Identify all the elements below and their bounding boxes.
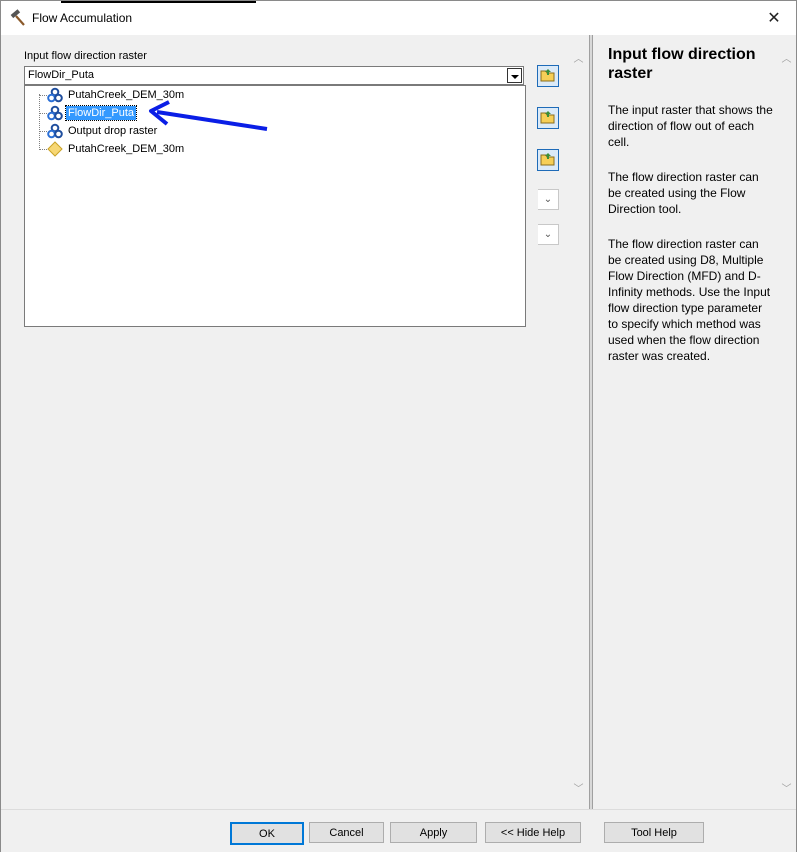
- parameters-pane: Input flow direction raster FlowDir_Puta…: [3, 35, 588, 809]
- list-item[interactable]: FlowDir_Puta: [47, 105, 138, 121]
- item-label: PutahCreek_DEM_30m: [68, 143, 185, 155]
- data-type-dropdown[interactable]: ⌄: [538, 189, 559, 210]
- button-bar: OK Cancel Apply << Hide Help Tool Help: [1, 809, 796, 852]
- cancel-button[interactable]: Cancel: [309, 822, 384, 843]
- browse-button-output[interactable]: [537, 149, 559, 171]
- input-flow-direction-label: Input flow direction raster: [24, 50, 147, 62]
- raster-layer-icon: [47, 123, 63, 139]
- open-folder-icon: [540, 152, 556, 169]
- flow-accumulation-dialog: Flow Accumulation ✕ Input flow direction…: [0, 0, 797, 852]
- tool-help-button[interactable]: Tool Help: [604, 822, 704, 843]
- hammer-icon: [9, 9, 27, 27]
- chevron-up-icon[interactable]: ︿: [778, 49, 795, 66]
- raster-dataset-icon: [47, 141, 63, 157]
- item-label: FlowDir_Puta: [64, 105, 138, 121]
- help-paragraph: The flow direction raster can be created…: [608, 170, 759, 216]
- chevron-up-icon[interactable]: ︿: [570, 49, 587, 66]
- help-scrollbar[interactable]: ︿ ﹀: [778, 35, 795, 809]
- window-title: Flow Accumulation: [32, 11, 133, 25]
- input-flow-direction-combobox[interactable]: FlowDir_Puta: [24, 66, 524, 85]
- tree-connector: [39, 149, 47, 150]
- layer-dropdown-list: PutahCreek_DEM_30m FlowDir_Puta Output d…: [24, 85, 526, 327]
- ok-button[interactable]: OK: [230, 822, 304, 845]
- open-folder-icon: [540, 68, 556, 85]
- combobox-value: FlowDir_Puta: [28, 69, 95, 81]
- help-paragraph: The input raster that shows the directio…: [608, 103, 773, 149]
- tree-connector: [39, 131, 47, 132]
- tree-connector: [39, 95, 47, 96]
- apply-button[interactable]: Apply: [390, 822, 477, 843]
- chevron-down-icon[interactable]: ﹀: [570, 779, 587, 796]
- close-button[interactable]: ✕: [752, 1, 796, 35]
- raster-layer-icon: [47, 87, 63, 103]
- help-title: Input flow direction raster: [608, 46, 756, 82]
- parameters-scrollbar[interactable]: ︿ ﹀: [570, 35, 587, 809]
- chevron-down-icon: ⌄: [543, 194, 553, 205]
- tree-connector: [39, 113, 47, 114]
- chevron-down-icon[interactable]: ﹀: [778, 779, 795, 796]
- open-folder-icon: [540, 110, 556, 127]
- annotation-arrow-icon: [149, 100, 268, 131]
- close-icon: ✕: [767, 10, 781, 27]
- title-bar-edge: [61, 1, 256, 3]
- chevron-down-icon: ⌄: [543, 229, 553, 240]
- help-pane: Input flow direction raster The input ra…: [592, 35, 795, 809]
- help-paragraph: The flow direction raster can be created…: [608, 237, 771, 363]
- raster-layer-icon: [47, 105, 63, 121]
- tree-connector: [39, 94, 40, 148]
- list-item[interactable]: PutahCreek_DEM_30m: [47, 141, 186, 157]
- chevron-down-icon[interactable]: [507, 68, 522, 83]
- browse-button-input[interactable]: [537, 65, 559, 87]
- flow-direction-type-dropdown[interactable]: ⌄: [538, 224, 559, 245]
- title-bar: Flow Accumulation ✕: [1, 1, 796, 35]
- hide-help-button[interactable]: << Hide Help: [485, 822, 581, 843]
- browse-button-weight[interactable]: [537, 107, 559, 129]
